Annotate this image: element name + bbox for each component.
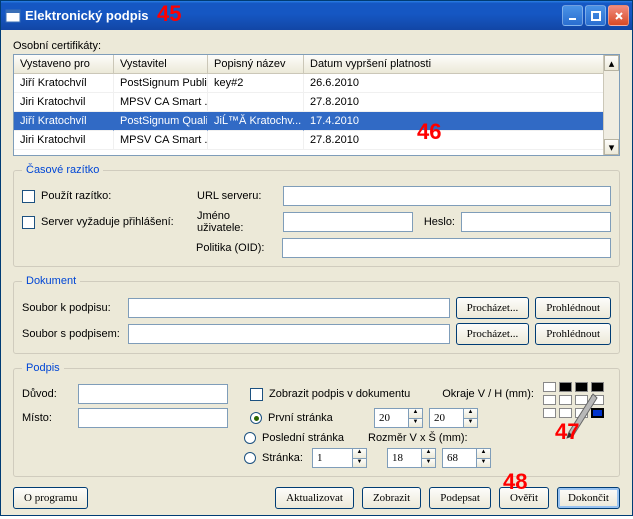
requires-login-label: Server vyžaduje přihlášení: — [41, 216, 191, 228]
document-legend: Dokument — [22, 275, 80, 287]
username-label: Jméno uživatele: — [197, 210, 277, 234]
use-stamp-checkbox[interactable] — [22, 190, 35, 203]
spin-up-icon[interactable]: ▲ — [476, 448, 491, 458]
page-label: Stránka: — [262, 452, 306, 464]
policy-input[interactable] — [282, 238, 611, 258]
reason-label: Důvod: — [22, 388, 72, 400]
margin-v-spinner[interactable]: ▲▼ — [374, 408, 423, 428]
file-to-sign-input[interactable] — [128, 298, 450, 318]
update-button[interactable]: Aktualizovat — [275, 487, 354, 509]
url-label: URL serveru: — [197, 190, 277, 202]
bottom-buttons: O programu Aktualizovat Zobrazit Podepsa… — [13, 487, 620, 509]
password-input[interactable] — [461, 212, 611, 232]
certificate-table[interactable]: Vystaveno pro Vystavitel Popisný název D… — [13, 54, 620, 156]
file-with-sig-label: Soubor s podpisem: — [22, 328, 122, 340]
about-button[interactable]: O programu — [13, 487, 88, 509]
spin-down-icon[interactable]: ▼ — [408, 418, 423, 429]
margin-h-input[interactable] — [429, 408, 463, 428]
close-button[interactable] — [608, 5, 629, 26]
table-header: Vystaveno pro Vystavitel Popisný název D… — [14, 55, 619, 74]
spin-up-icon[interactable]: ▲ — [408, 408, 423, 418]
minimize-button[interactable] — [562, 5, 583, 26]
finish-button[interactable]: Dokončit — [557, 487, 620, 509]
first-page-radio[interactable] — [250, 412, 262, 424]
place-label: Místo: — [22, 412, 72, 424]
policy-label: Politika (OID): — [196, 242, 276, 254]
reason-input[interactable] — [78, 384, 228, 404]
col-friendly[interactable]: Popisný název — [208, 55, 304, 73]
margins-label: Okraje V / H (mm): — [442, 388, 534, 400]
margin-h-spinner[interactable]: ▲▼ — [429, 408, 478, 428]
page-spinner[interactable]: ▲▼ — [312, 448, 367, 468]
show-in-doc-checkbox[interactable] — [250, 388, 263, 401]
spin-up-icon[interactable]: ▲ — [421, 448, 436, 458]
page-input[interactable] — [312, 448, 352, 468]
pen-icon — [563, 392, 599, 445]
file-with-sig-input[interactable] — [128, 324, 450, 344]
browse-sig-button[interactable]: Procházet... — [456, 323, 530, 345]
spin-up-icon[interactable]: ▲ — [463, 408, 478, 418]
show-in-doc-label: Zobrazit podpis v dokumentu — [269, 388, 410, 400]
size-v-spinner[interactable]: ▲▼ — [387, 448, 436, 468]
spin-down-icon[interactable]: ▼ — [463, 418, 478, 429]
show-button[interactable]: Zobrazit — [362, 487, 421, 509]
use-stamp-label: Použít razítko: — [41, 190, 191, 202]
window-root: Elektronický podpis Osobní certifikáty: … — [0, 0, 633, 516]
table-row[interactable]: Jiří Kratochvíl PostSignum Publi... key#… — [14, 74, 619, 93]
timestamp-legend: Časové razítko — [22, 164, 103, 176]
maximize-button[interactable] — [585, 5, 606, 26]
window-controls — [562, 5, 629, 26]
scroll-up-arrow-icon[interactable]: ▴ — [604, 55, 619, 71]
size-label: Rozměr V x Š (mm): — [368, 432, 468, 444]
signature-group: Podpis Důvod: Zobrazit podpis v dokument… — [13, 362, 620, 477]
username-input[interactable] — [283, 212, 413, 232]
spin-down-icon[interactable]: ▼ — [352, 458, 367, 469]
requires-login-checkbox[interactable] — [22, 216, 35, 229]
size-v-input[interactable] — [387, 448, 421, 468]
margin-v-input[interactable] — [374, 408, 408, 428]
last-page-radio[interactable] — [244, 432, 256, 444]
place-input[interactable] — [78, 408, 228, 428]
page-radio[interactable] — [244, 452, 256, 464]
table-row[interactable]: Jiri Kratochvil MPSV CA Smart ... 27.8.2… — [14, 93, 619, 112]
url-input[interactable] — [283, 186, 611, 206]
first-page-label: První stránka — [268, 412, 368, 424]
col-issuer[interactable]: Vystavitel — [114, 55, 208, 73]
spin-down-icon[interactable]: ▼ — [476, 458, 491, 469]
window-title: Elektronický podpis — [25, 8, 149, 23]
table-row-selected[interactable]: Jiří Kratochvíl PostSignum Quali... JiĹ™… — [14, 112, 619, 131]
signature-legend: Podpis — [22, 362, 64, 374]
timestamp-group: Časové razítko Použít razítko: URL serve… — [13, 164, 620, 267]
sign-button[interactable]: Podepsat — [429, 487, 491, 509]
password-label: Heslo: — [419, 216, 455, 228]
scroll-down-arrow-icon[interactable]: ▾ — [604, 139, 619, 155]
app-icon — [5, 8, 21, 24]
file-to-sign-label: Soubor k podpisu: — [22, 302, 122, 314]
view-sig-button[interactable]: Prohlédnout — [535, 323, 611, 345]
table-scrollbar[interactable]: ▴ ▾ — [603, 55, 619, 155]
browse-sign-button[interactable]: Procházet... — [456, 297, 530, 319]
size-s-input[interactable] — [442, 448, 476, 468]
client-area: Osobní certifikáty: Vystaveno pro Vystav… — [1, 30, 632, 519]
certificates-label: Osobní certifikáty: — [13, 40, 620, 52]
table-row[interactable]: Jiri Kratochvil MPSV CA Smart ... 27.8.2… — [14, 131, 619, 150]
scroll-track[interactable] — [604, 71, 619, 139]
document-group: Dokument Soubor k podpisu: Procházet... … — [13, 275, 620, 354]
col-issued-to[interactable]: Vystaveno pro — [14, 55, 114, 73]
verify-button[interactable]: Ověřit — [499, 487, 549, 509]
col-expiry[interactable]: Datum vypršení platnosti — [304, 55, 619, 73]
last-page-label: Poslední stránka — [262, 432, 362, 444]
spin-up-icon[interactable]: ▲ — [352, 448, 367, 458]
spin-down-icon[interactable]: ▼ — [421, 458, 436, 469]
titlebar[interactable]: Elektronický podpis — [1, 1, 632, 30]
view-sign-button[interactable]: Prohlédnout — [535, 297, 611, 319]
size-s-spinner[interactable]: ▲▼ — [442, 448, 491, 468]
